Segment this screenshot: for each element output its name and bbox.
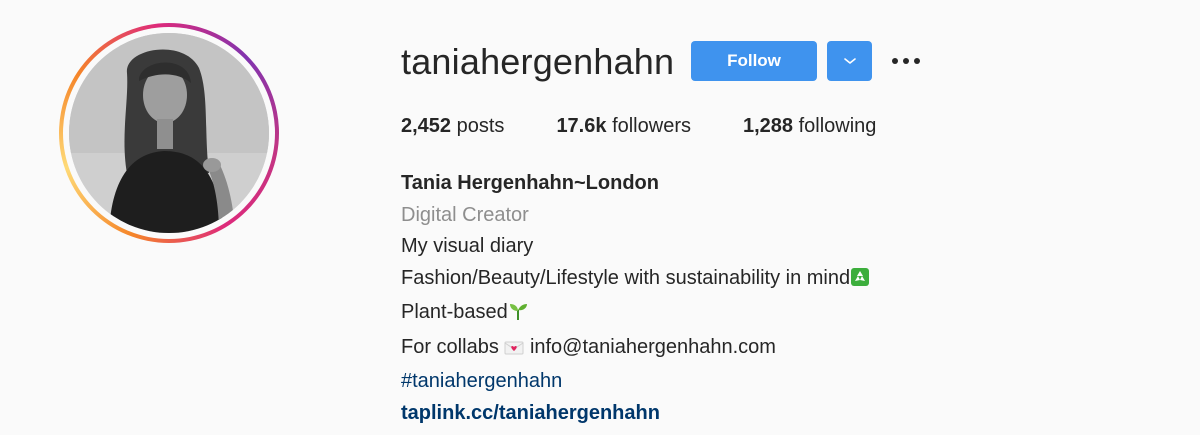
- love-letter-icon: [504, 335, 524, 367]
- suggested-accounts-dropdown-button[interactable]: [827, 41, 872, 81]
- followers-stat[interactable]: 17.6k followers: [556, 112, 691, 140]
- recycle-icon: [850, 266, 870, 298]
- chevron-down-icon: [843, 58, 856, 64]
- avatar[interactable]: [69, 33, 269, 233]
- avatar-photo: [69, 33, 269, 233]
- bio-line: Plant-based: [401, 297, 870, 332]
- posts-label: posts: [456, 115, 505, 137]
- category-label: Digital Creator: [401, 203, 529, 226]
- follow-button[interactable]: Follow: [691, 41, 817, 81]
- contact-email: info@taniahergenhahn.com: [529, 335, 776, 358]
- website-link[interactable]: taplink.cc/taniahergenhahn: [401, 402, 660, 424]
- bio-line-text: For collabs: [401, 335, 499, 358]
- full-name: Tania Hergenhahn~London: [401, 172, 659, 194]
- following-stat[interactable]: 1,288 following: [743, 112, 876, 140]
- profile-bio: Tania Hergenhahn~London Digital Creator …: [401, 168, 870, 429]
- story-ring[interactable]: [59, 23, 279, 243]
- posts-count: 2,452: [401, 115, 452, 137]
- more-options-button[interactable]: [888, 46, 924, 76]
- followers-count: 17.6k: [556, 115, 607, 137]
- username: taniahergenhahn: [401, 41, 675, 82]
- bio-line-text: Plant-based: [401, 301, 508, 323]
- hashtag-link[interactable]: #taniahergenhahn: [401, 370, 562, 392]
- bio-line: For collabs info@taniahergenhahn.com: [401, 332, 870, 367]
- seedling-icon: [508, 300, 528, 332]
- profile-stats: 2,452 posts 17.6k followers 1,288 follow…: [401, 112, 876, 140]
- posts-stat: 2,452 posts: [401, 112, 504, 140]
- bio-line: Fashion/Beauty/Lifestyle with sustainabi…: [401, 263, 870, 298]
- following-label: following: [798, 115, 877, 137]
- more-options-icon: [892, 58, 920, 64]
- followers-label: followers: [612, 115, 691, 137]
- profile-header: taniahergenhahn Follow 2,452 posts 17.6k…: [0, 0, 1200, 435]
- bio-line: My visual diary: [401, 235, 534, 257]
- bio-line-text: Fashion/Beauty/Lifestyle with sustainabi…: [401, 266, 851, 289]
- following-count: 1,288: [742, 115, 794, 137]
